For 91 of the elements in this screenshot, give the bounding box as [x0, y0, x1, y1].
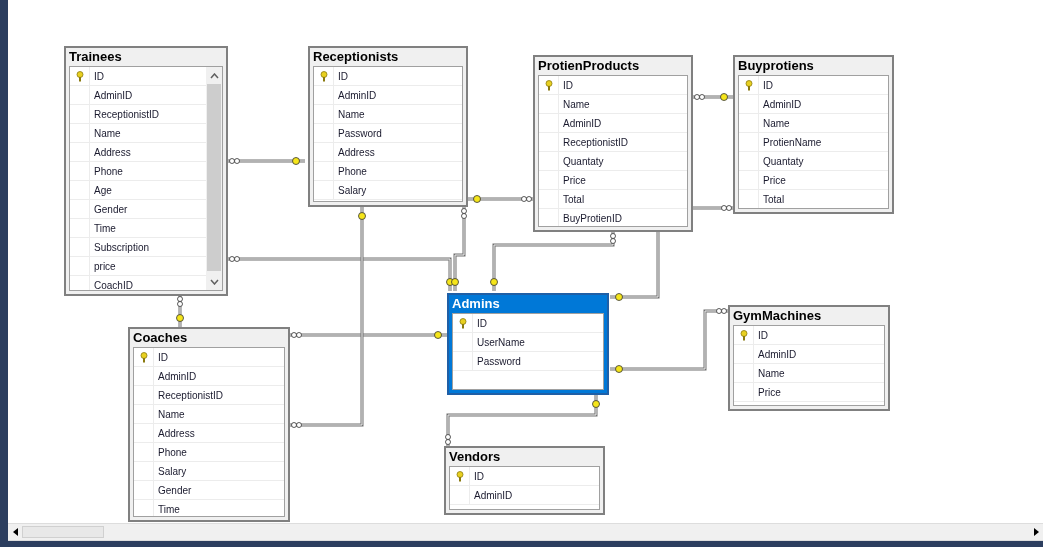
table-title: Buyprotiens: [737, 57, 815, 75]
database-table[interactable]: Vendors ID AdminID: [444, 446, 605, 515]
key-icon: [744, 79, 753, 91]
vertical-scrollbar[interactable]: [206, 67, 222, 290]
column-name[interactable]: Total: [759, 193, 785, 205]
column-name[interactable]: AdminID: [154, 370, 197, 382]
column-name[interactable]: Phone: [90, 165, 123, 177]
database-table[interactable]: Buyprotiens ID AdminID Name ProtienName Quantaty Price Total: [733, 55, 894, 214]
horizontal-scrollbar[interactable]: [8, 523, 1043, 541]
column-name[interactable]: Gender: [90, 203, 128, 215]
relationship-line[interactable]: [227, 157, 306, 165]
table-title: Receptionists: [312, 48, 400, 66]
column-name[interactable]: ReceptionistID: [90, 108, 160, 120]
scroll-down-icon[interactable]: [209, 278, 219, 285]
column-name[interactable]: ID: [759, 79, 773, 91]
relationship-line[interactable]: [176, 294, 184, 328]
scroll-right-icon[interactable]: [1033, 528, 1039, 536]
key-icon: [139, 351, 148, 363]
column-name[interactable]: Password: [473, 355, 521, 367]
column-name[interactable]: AdminID: [90, 89, 133, 101]
database-table[interactable]: Trainees ID AdminID ReceptionistID Name Address Phone Age Gender Time Subscription price CoachID: [64, 46, 228, 296]
column-name[interactable]: Time: [154, 503, 180, 515]
column-name[interactable]: Quantaty: [559, 155, 604, 167]
column-name[interactable]: Name: [759, 117, 790, 129]
column-name[interactable]: ReceptionistID: [559, 136, 629, 148]
table-title: ProtienProducts: [537, 57, 641, 75]
column-name[interactable]: Address: [334, 146, 375, 158]
column-name[interactable]: Name: [754, 367, 785, 379]
column-name[interactable]: Phone: [334, 165, 367, 177]
column-name[interactable]: Phone: [154, 446, 187, 458]
relationship-line[interactable]: [445, 394, 600, 447]
column-name[interactable]: Age: [90, 184, 112, 196]
column-name[interactable]: AdminID: [754, 348, 797, 360]
scroll-up-icon[interactable]: [209, 72, 219, 79]
column-name[interactable]: Price: [759, 174, 786, 186]
column-name[interactable]: Subscription: [90, 241, 150, 253]
relationship-line[interactable]: [451, 206, 467, 292]
table-title: Coaches: [132, 329, 189, 347]
key-icon: [75, 70, 84, 82]
table-title: Trainees: [68, 48, 123, 66]
column-name[interactable]: Name: [90, 127, 121, 139]
column-name[interactable]: UserName: [473, 336, 525, 348]
column-name[interactable]: ID: [470, 470, 484, 482]
relationship-line[interactable]: [692, 205, 734, 211]
key-icon: [544, 79, 553, 91]
column-name[interactable]: AdminID: [559, 117, 602, 129]
column-name[interactable]: ID: [154, 351, 168, 363]
column-name[interactable]: Total: [559, 193, 585, 205]
column-name[interactable]: BuyProtienID: [559, 212, 622, 224]
column-name[interactable]: Address: [154, 427, 195, 439]
key-icon: [458, 317, 467, 329]
relationship-line[interactable]: [692, 93, 734, 101]
database-table[interactable]: GymMachines ID AdminID Name Price: [728, 305, 890, 411]
relationship-line[interactable]: [609, 231, 660, 301]
column-name[interactable]: Time: [90, 222, 116, 234]
column-name[interactable]: Salary: [334, 184, 367, 196]
column-name[interactable]: ID: [334, 70, 348, 82]
column-name[interactable]: CoachID: [90, 279, 133, 290]
table-title: Admins: [451, 295, 501, 313]
key-icon: [455, 470, 464, 482]
database-table[interactable]: Coaches ID AdminID ReceptionistID Name Address Phone Salary Gender Time: [128, 327, 290, 522]
column-name[interactable]: ID: [90, 70, 104, 82]
relationship-line[interactable]: [467, 195, 534, 203]
column-name[interactable]: Name: [334, 108, 365, 120]
column-name[interactable]: Password: [334, 127, 382, 139]
table-title: Vendors: [448, 448, 502, 466]
column-name[interactable]: ID: [559, 79, 573, 91]
column-name[interactable]: Price: [754, 386, 781, 398]
column-name[interactable]: AdminID: [470, 489, 513, 501]
table-title: GymMachines: [732, 307, 823, 325]
column-name[interactable]: Salary: [154, 465, 187, 477]
key-icon: [319, 70, 328, 82]
column-name[interactable]: Name: [559, 98, 590, 110]
column-name[interactable]: ReceptionistID: [154, 389, 224, 401]
database-table[interactable]: ProtienProducts ID Name AdminID ReceptionistID Quantaty Price Total BuyProtienID: [533, 55, 693, 232]
column-name[interactable]: AdminID: [759, 98, 802, 110]
column-name[interactable]: ProtienName: [759, 136, 822, 148]
column-name[interactable]: Quantaty: [759, 155, 804, 167]
column-name[interactable]: price: [90, 260, 116, 272]
scroll-left-icon[interactable]: [12, 528, 18, 536]
key-icon: [739, 329, 748, 341]
column-name[interactable]: AdminID: [334, 89, 377, 101]
column-name[interactable]: Name: [154, 408, 185, 420]
database-table[interactable]: Receptionists ID AdminID Name Password Address Phone Salary: [308, 46, 468, 207]
database-table[interactable]: Admins ID UserName Password: [447, 293, 609, 395]
column-name[interactable]: ID: [754, 329, 768, 341]
column-name[interactable]: Gender: [154, 484, 192, 496]
column-name[interactable]: ID: [473, 317, 487, 329]
relationship-line[interactable]: [289, 331, 448, 339]
column-name[interactable]: Price: [559, 174, 586, 186]
column-name[interactable]: Address: [90, 146, 131, 158]
